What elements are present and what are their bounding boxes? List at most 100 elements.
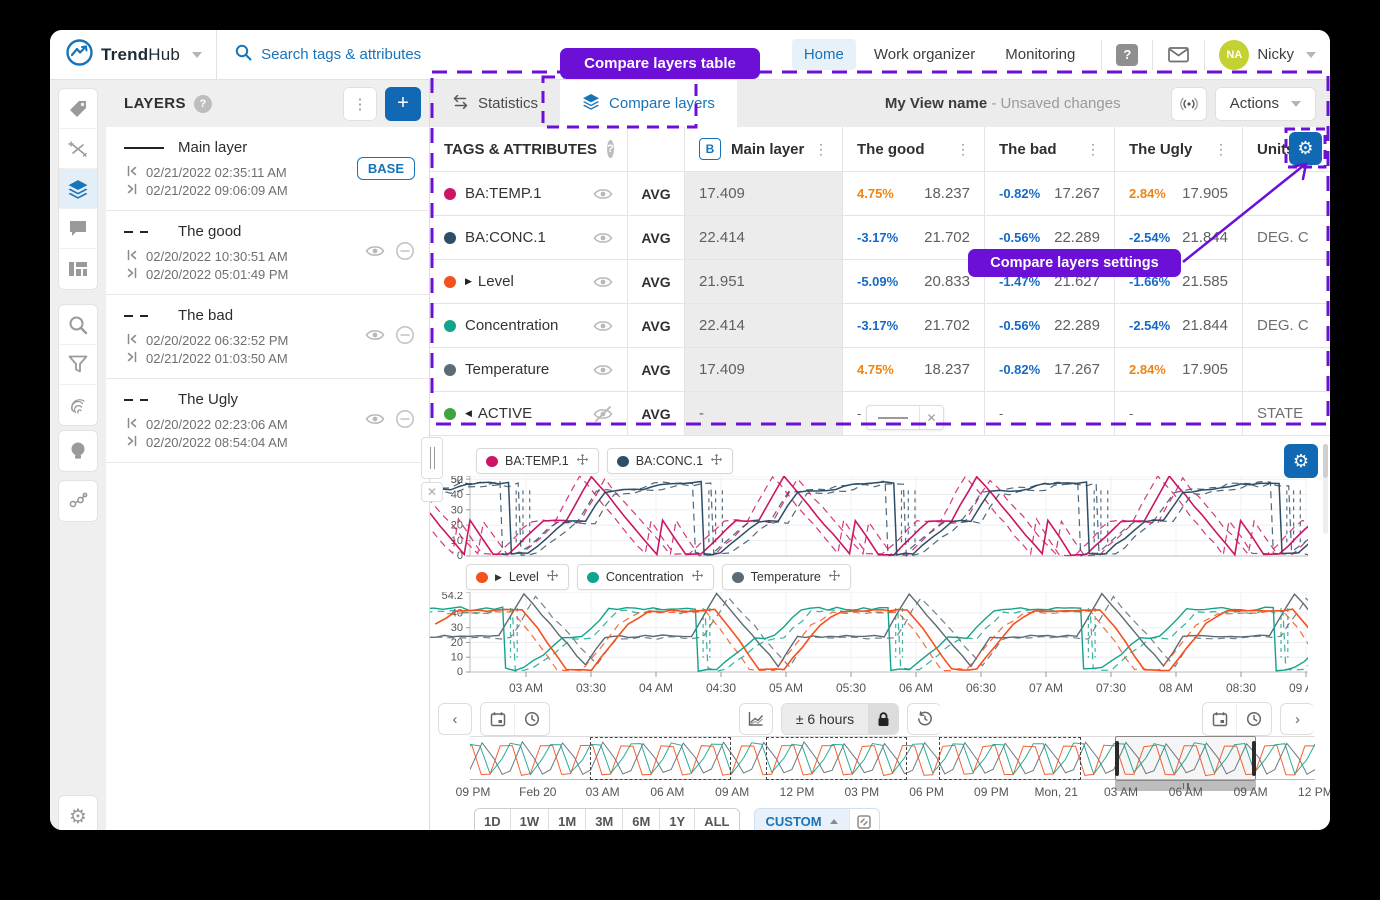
- tag-visibility-eye-icon[interactable]: [593, 319, 613, 333]
- range-button-1y[interactable]: 1Y: [660, 809, 695, 830]
- layer-card-main-layer[interactable]: Main layer02/21/2022 02:35:11 AM02/21/20…: [106, 127, 429, 211]
- range-button-1d[interactable]: 1D: [475, 809, 511, 830]
- trend-compare-button[interactable]: [739, 703, 773, 735]
- layer-remove-icon[interactable]: [395, 241, 415, 266]
- chart-settings-gear-button[interactable]: ⚙: [1284, 444, 1318, 478]
- chart2-plot[interactable]: 54.240302010003 AM03:3004 AM04:3005 AM05…: [430, 592, 1308, 702]
- aggregation-type[interactable]: AVG: [628, 172, 685, 215]
- layer-remove-icon[interactable]: [395, 409, 415, 434]
- legend-chip-temperature[interactable]: Temperature: [722, 564, 851, 590]
- aggregation-type[interactable]: AVG: [628, 304, 685, 347]
- splitter-close-icon[interactable]: ✕: [421, 482, 443, 502]
- brand-chevron-down-icon[interactable]: [192, 52, 202, 58]
- step-forward-button[interactable]: ›: [1280, 703, 1314, 735]
- sidebar-item-search search-icon[interactable]: [59, 305, 97, 345]
- aggregation-type[interactable]: AVG: [628, 216, 685, 259]
- layers-help-icon[interactable]: ?: [194, 95, 212, 113]
- sidebar-item-comments comments-icon[interactable]: [59, 209, 97, 249]
- table-help-icon[interactable]: ?: [607, 140, 614, 158]
- column-menu-icon[interactable]: ⋮: [814, 141, 828, 158]
- sidebar-item-calculations calculations-icon[interactable]: [59, 129, 97, 169]
- layer-card-the-good[interactable]: The good02/20/2022 10:30:51 AM02/20/2022…: [106, 211, 429, 295]
- tag-visibility-eye-icon[interactable]: [593, 275, 613, 289]
- layer-value-cell: 2.84%17.905: [1115, 348, 1243, 391]
- layers-menu-button[interactable]: ⋮: [343, 87, 377, 121]
- tag-visibility-eye-icon[interactable]: [593, 231, 613, 245]
- layer-card-the-bad[interactable]: The bad02/20/2022 06:32:52 PM02/21/2022 …: [106, 295, 429, 379]
- nav-item-home[interactable]: Home: [792, 39, 856, 70]
- actions-button[interactable]: Actions: [1215, 87, 1316, 121]
- selection-right-handle[interactable]: [1252, 741, 1256, 776]
- clock-start-button[interactable]: [515, 703, 549, 735]
- sidebar-item-fingerprint fingerprint-icon[interactable]: [59, 385, 97, 425]
- calendar-start-button[interactable]: [481, 703, 515, 735]
- aggregation-type[interactable]: AVG: [628, 348, 685, 391]
- aggregation-type[interactable]: AVG: [628, 392, 685, 435]
- column-menu-icon[interactable]: ⋮: [956, 141, 970, 158]
- user-menu[interactable]: NA Nicky: [1219, 40, 1316, 70]
- column-header-the-good[interactable]: The good⋮: [843, 127, 985, 171]
- legend-chip-ba-conc-1[interactable]: BA:CONC.1: [607, 448, 733, 474]
- expand-range-icon[interactable]: [849, 809, 879, 830]
- tag-color-dot: [444, 188, 456, 200]
- nav-item-monitoring[interactable]: Monitoring: [993, 39, 1087, 70]
- overview-strip[interactable]: [470, 736, 1315, 780]
- help-button[interactable]: ?: [1116, 44, 1138, 66]
- tag-visibility-eye-off-icon[interactable]: [593, 406, 613, 422]
- legend-chip-level[interactable]: ▶Level: [466, 564, 569, 590]
- table-settings-gear-button[interactable]: ⚙: [1289, 132, 1322, 165]
- overview-layer-window[interactable]: [766, 737, 907, 780]
- tab-statistics[interactable]: Statistics: [430, 80, 560, 127]
- column-menu-icon[interactable]: ⋮: [1086, 141, 1100, 158]
- legend-chip-concentration[interactable]: Concentration: [577, 564, 714, 590]
- sidebar-item-context context-icon[interactable]: [59, 481, 97, 521]
- history-reset-button[interactable]: [907, 703, 941, 735]
- aggregation-type[interactable]: AVG: [628, 260, 685, 303]
- selection-left-handle[interactable]: [1115, 741, 1119, 776]
- overview-layer-window[interactable]: [939, 737, 1081, 780]
- add-layer-button[interactable]: +: [385, 87, 421, 121]
- sidebar-item-filter filter-icon[interactable]: [59, 345, 97, 385]
- sidebar-item-tag tag-icon[interactable]: [59, 89, 97, 129]
- column-header-the-bad[interactable]: The bad⋮: [985, 127, 1115, 171]
- column-header-main-layer[interactable]: BMain layer⋮: [685, 127, 843, 171]
- splitter-grip[interactable]: [421, 437, 443, 479]
- range-button-1m[interactable]: 1M: [549, 809, 586, 830]
- legend-chip-ba-temp-1[interactable]: BA:TEMP.1: [476, 448, 599, 474]
- column-menu-icon[interactable]: ⋮: [1214, 141, 1228, 158]
- brand[interactable]: TrendHub: [50, 30, 217, 79]
- range-button-1w[interactable]: 1W: [511, 809, 550, 830]
- overview-layer-window[interactable]: [590, 737, 731, 780]
- layer-card-the-ugly[interactable]: The Ugly02/20/2022 02:23:06 AM02/20/2022…: [106, 379, 429, 463]
- calendar-end-button[interactable]: [1203, 703, 1237, 735]
- layer-remove-icon[interactable]: [395, 325, 415, 350]
- tag-visibility-eye-icon[interactable]: [593, 363, 613, 377]
- layer-visibility-eye-icon[interactable]: [365, 412, 385, 431]
- mail-button[interactable]: [1167, 43, 1190, 66]
- lock-icon[interactable]: [868, 704, 898, 734]
- popup-close-icon[interactable]: ✕: [919, 406, 943, 429]
- live-broadcast-button[interactable]: [1171, 87, 1207, 121]
- range-button-6m[interactable]: 6M: [623, 809, 660, 830]
- layer-visibility-eye-icon[interactable]: [365, 244, 385, 263]
- sidebar-item-dashboards dashboards-icon[interactable]: [59, 249, 97, 289]
- search-bar[interactable]: Search tags & attributes: [217, 44, 421, 65]
- tag-visibility-eye-icon[interactable]: [593, 187, 613, 201]
- overview-selection-window[interactable]: [1115, 736, 1256, 781]
- sidebar-item-recommendations recommendations-icon[interactable]: [59, 431, 97, 471]
- sidebar-item-settings gear-icon[interactable]: ⚙: [59, 796, 97, 830]
- nav-item-work-organizer[interactable]: Work organizer: [862, 39, 987, 70]
- clock-end-button[interactable]: [1237, 703, 1271, 735]
- tab-compare-layers[interactable]: Compare layers: [560, 80, 737, 127]
- layer-visibility-eye-icon[interactable]: [365, 328, 385, 347]
- range-button-all[interactable]: ALL: [695, 809, 738, 830]
- range-button-3m[interactable]: 3M: [586, 809, 623, 830]
- chart-scrollbar[interactable]: [1323, 444, 1328, 534]
- time-range-pill[interactable]: ± 6 hours: [781, 703, 899, 735]
- chart1-plot[interactable]: 5250403020100: [430, 476, 1308, 560]
- custom-range-button[interactable]: CUSTOM: [755, 809, 849, 830]
- sidebar-item-layers layers-icon[interactable]: [59, 169, 97, 209]
- line-style-swatch[interactable]: [867, 406, 919, 429]
- step-back-button[interactable]: ‹: [438, 703, 472, 735]
- column-header-the-ugly[interactable]: The Ugly⋮: [1115, 127, 1243, 171]
